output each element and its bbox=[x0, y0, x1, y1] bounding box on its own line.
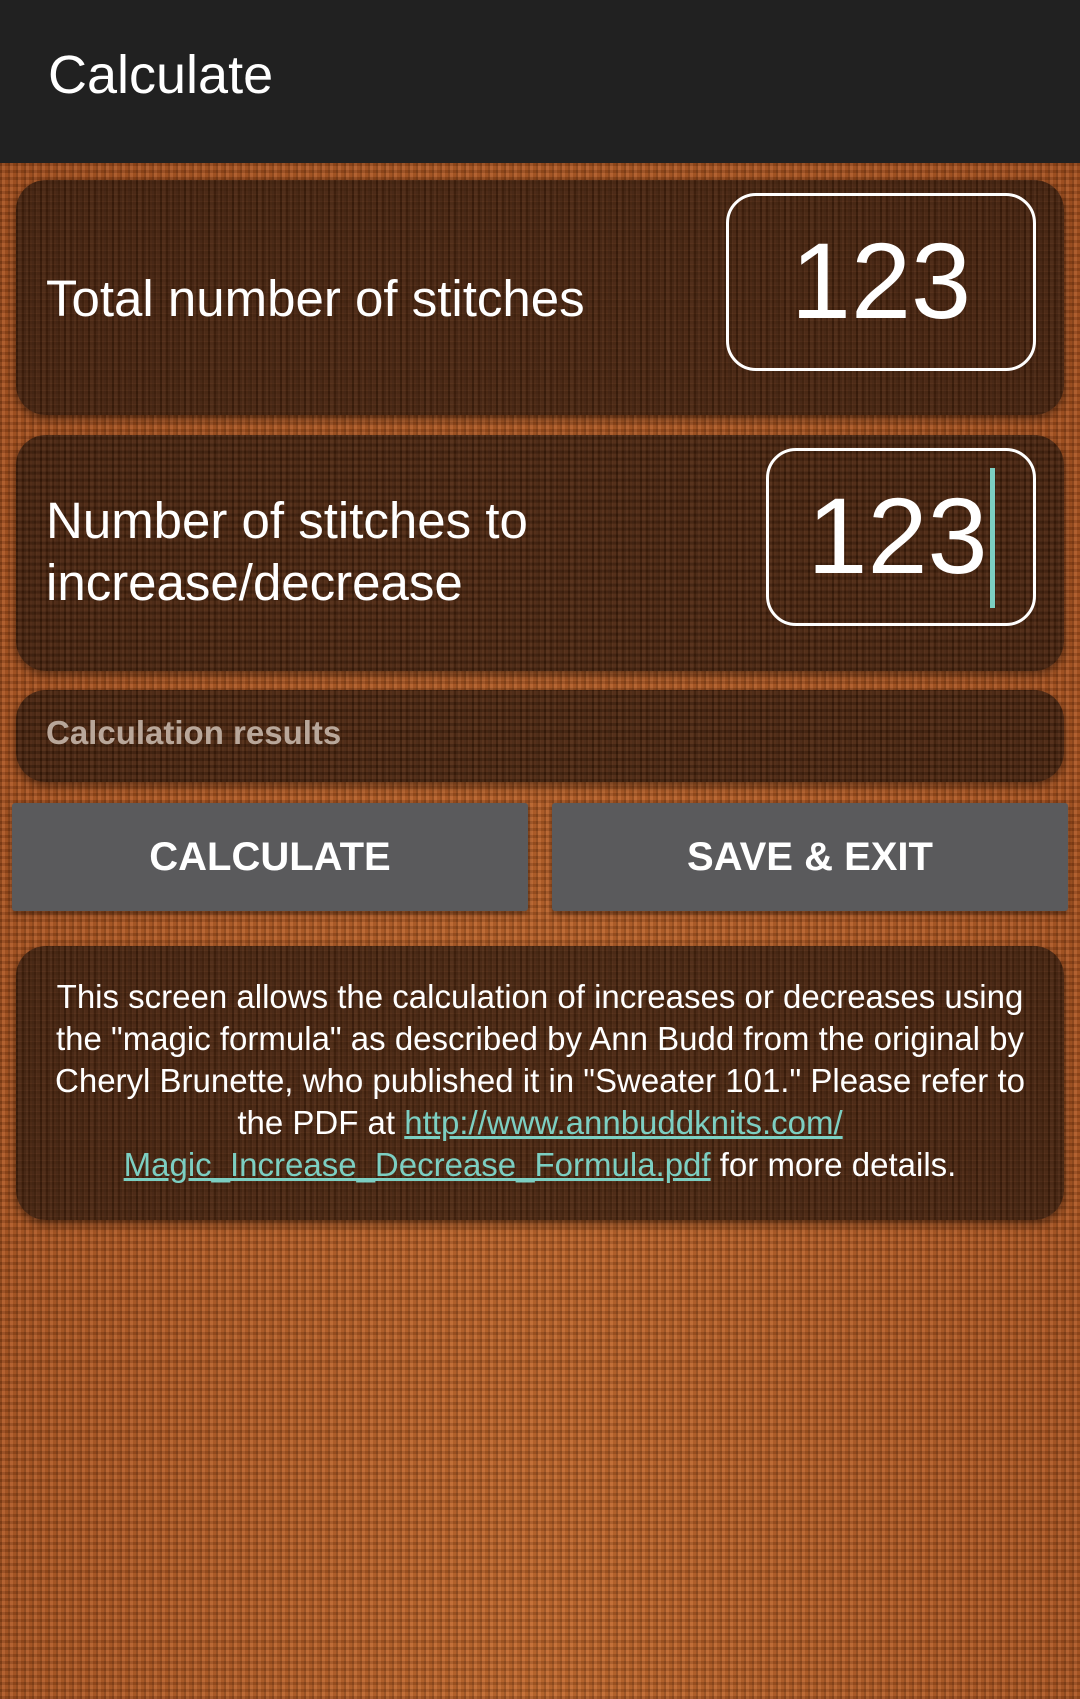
save-exit-button[interactable]: SAVE & EXIT bbox=[552, 803, 1068, 911]
text-cursor bbox=[989, 468, 995, 609]
change-stitches-label-line1: Number of stitches to bbox=[46, 492, 528, 549]
app-bar: Calculate bbox=[0, 0, 1080, 163]
total-stitches-value: 123 bbox=[790, 220, 972, 341]
change-stitches-label-line2: increase/decrease bbox=[46, 554, 463, 611]
info-panel: This screen allows the calculation of in… bbox=[16, 946, 1064, 1220]
results-placeholder: Calculation results bbox=[46, 714, 342, 751]
page-title: Calculate bbox=[48, 45, 274, 105]
change-stitches-input[interactable]: 123 bbox=[766, 448, 1036, 626]
info-suffix: for more details. bbox=[710, 1146, 957, 1183]
change-stitches-label: Number of stitches to increase/decrease bbox=[46, 490, 686, 614]
total-stitches-panel: Total number of stitches 123 bbox=[16, 180, 1064, 415]
pdf-link-part1[interactable]: http://www.annbuddknits.com/ bbox=[404, 1104, 842, 1141]
info-text: This screen allows the calculation of in… bbox=[46, 976, 1034, 1186]
change-stitches-panel: Number of stitches to increase/decrease 1… bbox=[16, 435, 1064, 671]
change-stitches-value: 123 bbox=[807, 475, 988, 596]
total-stitches-label: Total number of stitches bbox=[46, 270, 585, 327]
pdf-link-part2[interactable]: Magic_Increase_Decrease_Formula.pdf bbox=[124, 1146, 711, 1183]
calculate-button[interactable]: CALCULATE bbox=[12, 803, 528, 911]
results-panel: Calculation results bbox=[16, 690, 1064, 782]
total-stitches-input[interactable]: 123 bbox=[726, 193, 1036, 371]
